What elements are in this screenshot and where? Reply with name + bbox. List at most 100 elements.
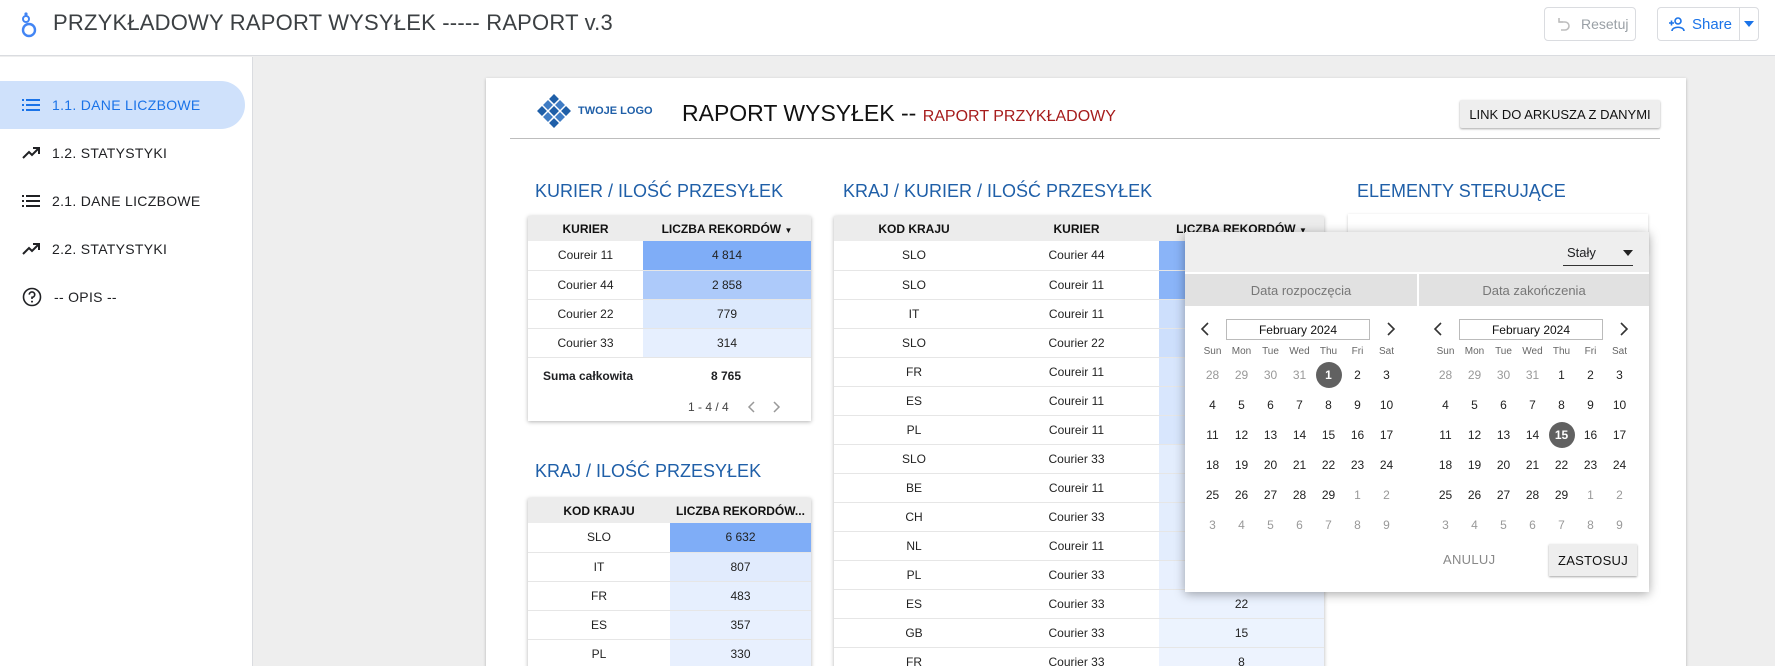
table-row[interactable]: Courier 33 314	[528, 328, 811, 358]
calendar-day[interactable]: 2	[1343, 360, 1372, 390]
calendar-day[interactable]: 25	[1431, 480, 1460, 510]
calendar-day[interactable]: 1	[1547, 360, 1576, 390]
start-date-field[interactable]: Data rozpoczęcia	[1185, 274, 1417, 306]
chevron-right-icon[interactable]	[773, 401, 781, 413]
range-mode-select[interactable]: Stały	[1563, 240, 1633, 266]
apply-button[interactable]: ZASTOSUJ	[1549, 544, 1637, 576]
calendar-day[interactable]: 3	[1431, 510, 1460, 540]
calendar-day[interactable]: 8	[1343, 510, 1372, 540]
calendar-day[interactable]: 5	[1489, 510, 1518, 540]
calendar-day[interactable]: 16	[1343, 420, 1372, 450]
calendar-day[interactable]: 4	[1227, 510, 1256, 540]
selected-day[interactable]: 1	[1314, 360, 1343, 390]
table-row[interactable]: ES 357	[528, 610, 811, 640]
calendar-day[interactable]: 4	[1460, 510, 1489, 540]
share-dropdown-button[interactable]	[1740, 21, 1758, 27]
chevron-right-icon[interactable]	[1386, 322, 1396, 336]
calendar-day[interactable]: 9	[1343, 390, 1372, 420]
calendar-day[interactable]: 10	[1605, 390, 1634, 420]
calendar-day[interactable]: 31	[1285, 360, 1314, 390]
chevron-right-icon[interactable]	[1619, 322, 1629, 336]
calendar-day[interactable]: 25	[1198, 480, 1227, 510]
calendar-day[interactable]: 11	[1198, 420, 1227, 450]
calendar-day[interactable]: 21	[1518, 450, 1547, 480]
column-header[interactable]: KOD KRAJU	[528, 498, 670, 523]
calendar-day[interactable]: 6	[1285, 510, 1314, 540]
nav-item-2-1[interactable]: 2.1. DANE LICZBOWE	[0, 177, 245, 225]
calendar-day[interactable]: 1	[1576, 480, 1605, 510]
report-name[interactable]: PRZYKŁADOWY RAPORT WYSYŁEK ----- RAPORT …	[53, 10, 613, 36]
calendar-day[interactable]: 15	[1314, 420, 1343, 450]
calendar-day[interactable]: 5	[1227, 390, 1256, 420]
calendar-day[interactable]: 3	[1605, 360, 1634, 390]
chevron-left-icon[interactable]	[1433, 322, 1443, 336]
calendar-day[interactable]: 30	[1256, 360, 1285, 390]
nav-item-2-2[interactable]: 2.2. STATYSTYKI	[0, 225, 245, 273]
calendar-day[interactable]: 26	[1460, 480, 1489, 510]
month-select[interactable]: February 2024	[1459, 319, 1603, 340]
calendar-day[interactable]: 28	[1198, 360, 1227, 390]
table-row[interactable]: GB Courier 33 15	[834, 618, 1324, 648]
table-row[interactable]: FR Courier 33 8	[834, 647, 1324, 666]
calendar-day[interactable]: 29	[1227, 360, 1256, 390]
calendar-day[interactable]: 21	[1285, 450, 1314, 480]
table-row[interactable]: FR 483	[528, 581, 811, 611]
calendar-day[interactable]: 27	[1489, 480, 1518, 510]
chevron-left-icon[interactable]	[747, 401, 755, 413]
table-row[interactable]: ES Courier 33 22	[834, 589, 1324, 619]
calendar-day[interactable]: 8	[1314, 390, 1343, 420]
table-row[interactable]: SLO 6 632	[528, 523, 811, 553]
table-row[interactable]: PL 330	[528, 639, 811, 666]
calendar-day[interactable]: 6	[1489, 390, 1518, 420]
reset-button[interactable]: Resetuj	[1544, 7, 1636, 41]
calendar-day[interactable]: 11	[1431, 420, 1460, 450]
calendar-day[interactable]: 8	[1576, 510, 1605, 540]
calendar-day[interactable]: 12	[1227, 420, 1256, 450]
calendar-day[interactable]: 8	[1547, 390, 1576, 420]
calendar-day[interactable]: 29	[1547, 480, 1576, 510]
calendar-day[interactable]: 24	[1372, 450, 1401, 480]
calendar-day[interactable]: 13	[1256, 420, 1285, 450]
calendar-day[interactable]: 31	[1518, 360, 1547, 390]
calendar-day[interactable]: 19	[1227, 450, 1256, 480]
column-header[interactable]: KURIER	[528, 216, 643, 241]
calendar-day[interactable]: 20	[1256, 450, 1285, 480]
month-select[interactable]: February 2024	[1226, 319, 1370, 340]
selected-day[interactable]: 15	[1547, 420, 1576, 450]
cancel-button[interactable]: ANULUJ	[1443, 552, 1495, 567]
calendar-day[interactable]: 19	[1460, 450, 1489, 480]
calendar-day[interactable]: 24	[1605, 450, 1634, 480]
nav-item-1-2[interactable]: 1.2. STATYSTYKI	[0, 129, 245, 177]
calendar-day[interactable]: 5	[1460, 390, 1489, 420]
calendar-day[interactable]: 22	[1547, 450, 1576, 480]
calendar-day[interactable]: 6	[1518, 510, 1547, 540]
calendar-day[interactable]: 14	[1285, 420, 1314, 450]
calendar-day[interactable]: 22	[1314, 450, 1343, 480]
table-row[interactable]: IT 807	[528, 552, 811, 582]
calendar-day[interactable]: 18	[1431, 450, 1460, 480]
calendar-day[interactable]: 4	[1198, 390, 1227, 420]
chevron-left-icon[interactable]	[1200, 322, 1210, 336]
calendar-day[interactable]: 5	[1256, 510, 1285, 540]
column-header[interactable]: KOD KRAJU	[834, 216, 994, 241]
calendar-day[interactable]: 7	[1285, 390, 1314, 420]
calendar-day[interactable]: 2	[1605, 480, 1634, 510]
calendar-day[interactable]: 23	[1576, 450, 1605, 480]
sheet-link-button[interactable]: LINK DO ARKUSZA Z DANYMI	[1460, 100, 1660, 128]
calendar-day[interactable]: 23	[1343, 450, 1372, 480]
calendar-day[interactable]: 16	[1576, 420, 1605, 450]
calendar-day[interactable]: 29	[1314, 480, 1343, 510]
table-row[interactable]: Courier 44 2 858	[528, 270, 811, 300]
calendar-day[interactable]: 9	[1372, 510, 1401, 540]
calendar-day[interactable]: 12	[1460, 420, 1489, 450]
column-header-sorted[interactable]: LICZBA REKORDÓW ▼	[643, 216, 811, 241]
calendar-day[interactable]: 14	[1518, 420, 1547, 450]
calendar-day[interactable]: 9	[1605, 510, 1634, 540]
calendar-day[interactable]: 28	[1431, 360, 1460, 390]
calendar-day[interactable]: 6	[1256, 390, 1285, 420]
nav-item-opis[interactable]: -- OPIS --	[0, 273, 245, 321]
calendar-day[interactable]: 20	[1489, 450, 1518, 480]
calendar-day[interactable]: 9	[1576, 390, 1605, 420]
calendar-day[interactable]: 26	[1227, 480, 1256, 510]
share-button[interactable]: Share	[1657, 7, 1759, 41]
